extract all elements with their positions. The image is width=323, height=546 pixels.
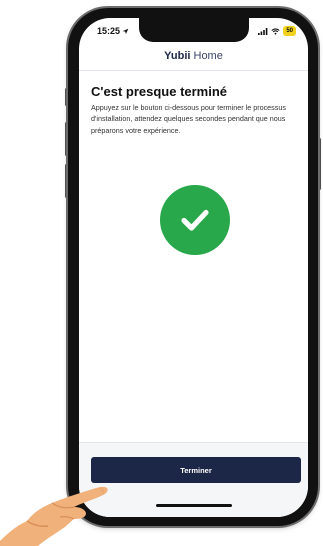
app-screenshot: 15:25 50 Yubii Home C'est presque termin… bbox=[0, 0, 323, 546]
location-arrow-icon bbox=[122, 28, 129, 34]
finish-button[interactable]: Terminer bbox=[91, 457, 301, 483]
power-button bbox=[318, 138, 321, 190]
page-description: Appuyez sur le bouton ci-dessous pour te… bbox=[91, 103, 286, 135]
notch bbox=[139, 18, 249, 42]
success-badge bbox=[160, 185, 230, 255]
brand-suffix: Home bbox=[193, 50, 223, 62]
status-time: 15:25 bbox=[97, 26, 129, 36]
brand-name: Yubii bbox=[164, 50, 191, 62]
page-title: C'est presque terminé bbox=[91, 84, 228, 99]
pointing-hand-icon bbox=[0, 486, 108, 546]
header-divider bbox=[79, 70, 308, 71]
status-time-label: 15:25 bbox=[97, 26, 121, 36]
checkmark-icon bbox=[181, 209, 209, 231]
home-indicator bbox=[156, 504, 232, 507]
status-indicators: 50 bbox=[258, 26, 296, 36]
signal-icon bbox=[258, 27, 268, 35]
phone-screen: 15:25 50 Yubii Home C'est presque termin… bbox=[79, 18, 308, 517]
wifi-icon bbox=[271, 27, 280, 35]
app-header: Yubii Home bbox=[79, 44, 308, 68]
battery-icon: 50 bbox=[283, 26, 296, 36]
